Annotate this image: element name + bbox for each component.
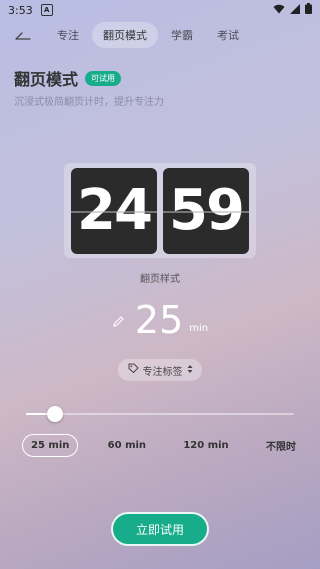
wifi-icon	[273, 4, 285, 17]
tag-icon	[128, 363, 139, 377]
focus-tag-selector[interactable]: 专注标签	[118, 359, 202, 381]
preset-unlimited[interactable]: 不限时	[258, 433, 304, 458]
top-nav: 专注 翻页模式 学霸 考试	[0, 22, 320, 48]
tab-top-student[interactable]: 学霸	[160, 22, 204, 48]
preset-25min[interactable]: 25 min	[22, 434, 79, 457]
pencil-edit-icon[interactable]	[112, 313, 125, 332]
signal-icon	[290, 3, 300, 17]
preset-120min[interactable]: 120 min	[175, 435, 236, 456]
page-title: 翻页模式	[14, 70, 79, 89]
back-button[interactable]	[0, 22, 46, 48]
status-bar: 3:53 A	[0, 0, 320, 20]
flip-card-minutes: 59	[163, 167, 249, 254]
duration-value: 25	[134, 298, 184, 342]
duration-slider[interactable]	[26, 406, 294, 422]
duration-display: 25 min	[0, 300, 320, 340]
flip-style-label: 翻页样式	[140, 274, 180, 285]
try-now-button[interactable]: 立即试用	[111, 512, 209, 546]
tab-focus[interactable]: 专注	[46, 22, 90, 48]
tag-label: 专注标签	[142, 366, 183, 378]
duration-presets: 25 min 60 min 120 min 不限时	[22, 433, 304, 458]
duration-unit: min	[189, 323, 209, 334]
preset-60min[interactable]: 60 min	[100, 435, 154, 456]
updown-chevron-icon	[187, 364, 193, 377]
battery-icon	[305, 3, 312, 17]
trial-badge: 可试用	[85, 70, 122, 86]
tab-exam[interactable]: 考试	[206, 22, 250, 48]
flip-clock[interactable]: 24 59	[64, 163, 256, 258]
mode-description: 沉浸式极简翻页计时，提升专注力	[14, 97, 164, 108]
slider-thumb[interactable]	[47, 406, 64, 422]
mode-header: 翻页模式 可试用	[14, 66, 122, 90]
back-arrow-icon	[15, 26, 31, 45]
flip-card-hours: 24	[71, 167, 157, 254]
status-time: 3:53	[8, 3, 33, 17]
tab-flip-mode[interactable]: 翻页模式	[92, 22, 158, 48]
notification-a-icon: A	[40, 4, 53, 16]
